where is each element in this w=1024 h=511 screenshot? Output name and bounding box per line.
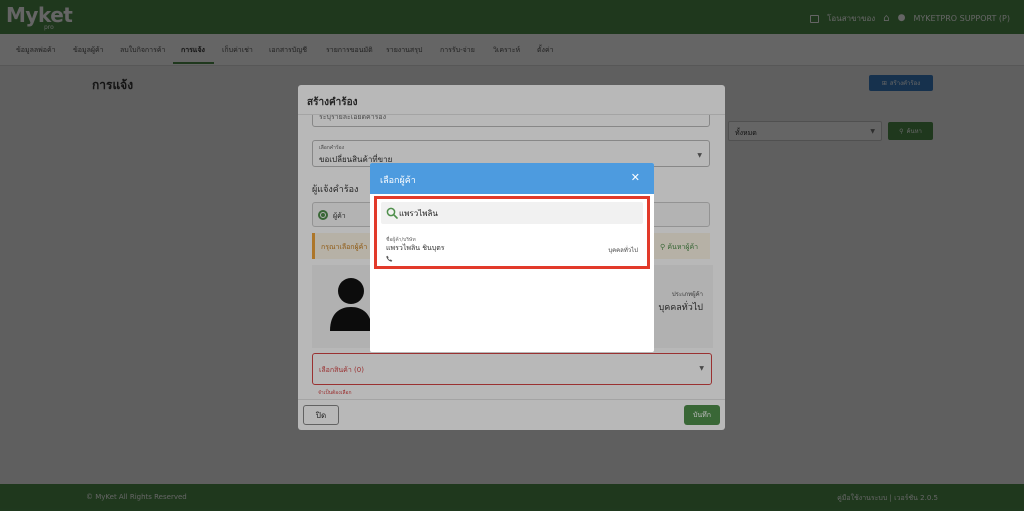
dialog-header: เลือกผู้ค้า ✕ (370, 163, 654, 194)
close-icon[interactable]: ✕ (631, 172, 640, 183)
highlight-box (374, 196, 650, 269)
select-supplier-dialog: เลือกผู้ค้า ✕ ชื่อผู้ค้า/บริษัท แพรวไพลิ… (370, 163, 654, 352)
dialog-title: เลือกผู้ค้า (380, 176, 416, 186)
